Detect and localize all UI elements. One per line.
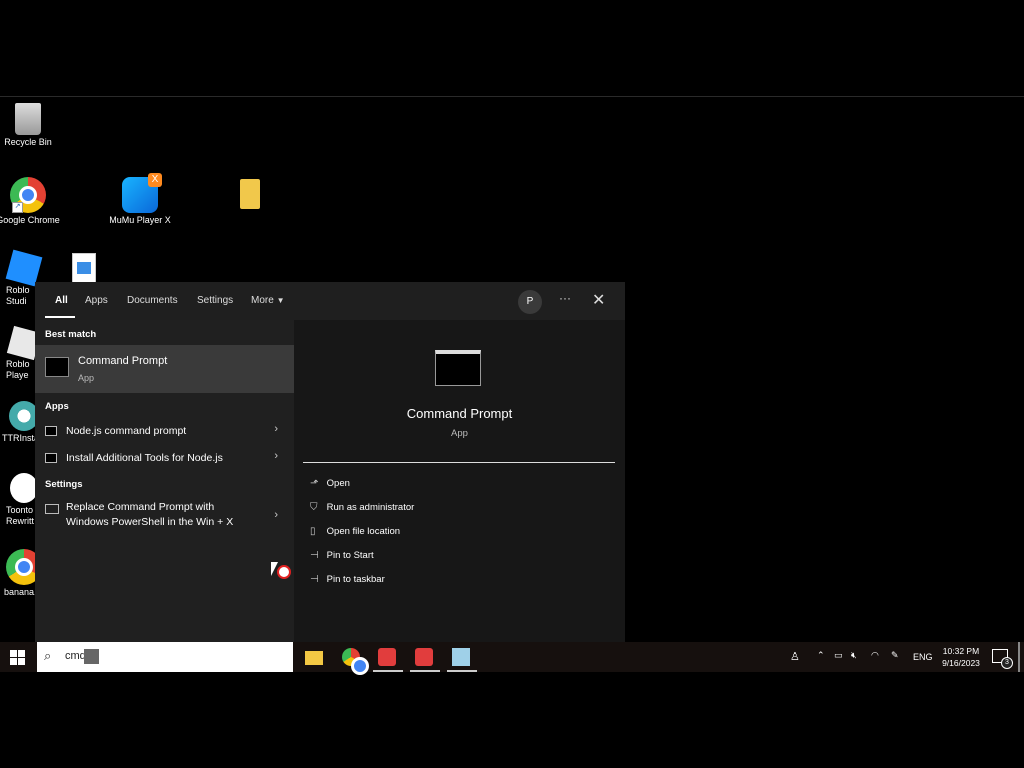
app-result-label: Install Additional Tools for Node.js bbox=[66, 452, 223, 464]
close-button[interactable]: ✕ bbox=[592, 290, 605, 310]
roblox-studio-icon bbox=[5, 249, 43, 287]
toontown-icon bbox=[10, 473, 38, 503]
action-label: Run as administrator bbox=[326, 502, 415, 513]
action-label: Pin to Start bbox=[326, 550, 374, 561]
command-prompt-large-icon bbox=[435, 350, 481, 386]
best-match-title: Command Prompt bbox=[78, 355, 168, 367]
active-app-indicator bbox=[373, 670, 403, 672]
pen-icon[interactable]: ✎ bbox=[891, 650, 899, 661]
tab-more-label: More bbox=[251, 295, 274, 306]
apps-heading: Apps bbox=[45, 401, 69, 412]
notification-count-badge: 3 bbox=[1001, 657, 1013, 669]
chevron-right-icon[interactable]: › bbox=[274, 509, 278, 521]
settings-result-line1: Replace Command Prompt with bbox=[66, 501, 215, 513]
tab-all[interactable]: All bbox=[55, 295, 68, 306]
settings-result-line2: Windows PowerShell in the Win + X bbox=[66, 516, 234, 528]
clock-time: 10:32 PM bbox=[942, 646, 980, 656]
text-caret bbox=[84, 649, 99, 664]
people-icon[interactable]: ♙ bbox=[790, 650, 800, 663]
action-label: Pin to taskbar bbox=[326, 574, 385, 585]
battery-icon[interactable]: ▭ bbox=[834, 650, 843, 661]
app-taskbar-icon[interactable] bbox=[378, 648, 396, 666]
more-options-button[interactable]: ··· bbox=[559, 291, 571, 305]
chrome-icon: ↗ bbox=[10, 177, 46, 213]
preview-pane: Command Prompt App ⬏ Open ⛉ Run as admin… bbox=[294, 320, 625, 642]
notification-center-button[interactable]: 3 bbox=[992, 649, 1013, 669]
app-result-item[interactable]: Install Additional Tools for Node.js › bbox=[35, 449, 294, 471]
shield-icon: ⛉ bbox=[310, 502, 318, 513]
tab-documents[interactable]: Documents bbox=[127, 295, 178, 306]
best-match-item[interactable]: Command Prompt App bbox=[35, 345, 294, 393]
action-pin-to-taskbar[interactable]: ⊣ Pin to taskbar bbox=[310, 574, 385, 585]
action-pin-to-start[interactable]: ⊣ Pin to Start bbox=[310, 550, 374, 561]
action-open-file-location[interactable]: ▯ Open file location bbox=[310, 526, 400, 537]
app-taskbar-icon[interactable] bbox=[452, 648, 470, 666]
image-file-icon bbox=[72, 253, 96, 283]
console-app-icon bbox=[45, 426, 57, 436]
desktop-icon-label: TTRInsta bbox=[2, 433, 40, 443]
action-open[interactable]: ⬏ Open bbox=[310, 478, 350, 489]
action-label: Open bbox=[326, 478, 350, 489]
results-pane: Best match Command Prompt App Apps Node.… bbox=[35, 320, 294, 642]
best-match-subtitle: App bbox=[78, 373, 95, 383]
folder-icon bbox=[240, 179, 260, 209]
tab-apps[interactable]: Apps bbox=[85, 295, 108, 306]
taskbar: ⌕ cmd ♙ ⌃ ▭ 🔇︎ ◠ ✎ ENG 10:32 PM 9/16/202… bbox=[0, 642, 1024, 675]
clock[interactable]: 10:32 PM 9/16/2023 bbox=[938, 645, 984, 669]
file-explorer-icon[interactable] bbox=[305, 651, 323, 665]
preview-title: Command Prompt bbox=[406, 406, 513, 421]
pin-icon: ⊣ bbox=[310, 550, 319, 561]
chevron-right-icon[interactable]: › bbox=[274, 450, 278, 462]
chevron-right-icon[interactable]: › bbox=[274, 423, 278, 435]
settings-result-item[interactable]: Replace Command Prompt with Windows Powe… bbox=[35, 501, 294, 537]
active-app-indicator bbox=[447, 670, 477, 672]
command-prompt-icon bbox=[45, 357, 69, 377]
app-result-label: Node.js command prompt bbox=[66, 425, 187, 437]
chrome-shortcut[interactable]: ↗ Google Chrome bbox=[0, 177, 60, 226]
console-app-icon bbox=[45, 453, 57, 463]
account-avatar[interactable]: P bbox=[518, 290, 542, 314]
folder-shortcut[interactable] bbox=[218, 179, 282, 211]
wifi-icon[interactable]: ◠ bbox=[871, 650, 879, 661]
desktop-icon-label: MuMu Player X bbox=[109, 215, 171, 225]
preview-subtitle: App bbox=[451, 428, 468, 439]
mumu-player-icon: X bbox=[122, 173, 162, 213]
active-app-indicator bbox=[410, 670, 440, 672]
search-menu: All Apps Documents Settings More ▼ P ···… bbox=[35, 282, 625, 642]
image-file-shortcut[interactable] bbox=[52, 253, 116, 285]
preview-divider bbox=[303, 462, 615, 463]
action-label: Open file location bbox=[326, 526, 401, 537]
avatar-initial: P bbox=[526, 296, 534, 307]
show-desktop-button[interactable] bbox=[1018, 642, 1020, 672]
desktop-icon-label: Google Chrome bbox=[0, 215, 60, 225]
clock-date: 9/16/2023 bbox=[942, 658, 980, 668]
mumu-player-shortcut[interactable]: X MuMu Player X bbox=[108, 173, 172, 226]
file-location-icon: ▯ bbox=[310, 526, 316, 537]
action-run-as-administrator[interactable]: ⛉ Run as administrator bbox=[310, 502, 414, 513]
chrome-taskbar-icon[interactable] bbox=[342, 648, 369, 675]
recycle-bin-icon bbox=[15, 103, 41, 135]
open-icon: ⬏ bbox=[310, 478, 319, 489]
recycle-bin-shortcut[interactable]: Recycle Bin bbox=[0, 103, 60, 148]
input-language[interactable]: ENG bbox=[913, 652, 933, 662]
search-icon: ⌕ bbox=[44, 648, 52, 663]
start-button[interactable] bbox=[10, 650, 25, 665]
mouse-cursor-unavailable-icon bbox=[271, 562, 291, 580]
desktop-icon-label: Recycle Bin bbox=[4, 137, 52, 147]
pin-icon: ⊣ bbox=[310, 574, 319, 585]
tab-settings[interactable]: Settings bbox=[197, 295, 233, 306]
best-match-heading: Best match bbox=[45, 329, 97, 340]
chevron-up-icon[interactable]: ⌃ bbox=[817, 650, 825, 661]
volume-muted-icon[interactable]: 🔇︎ bbox=[851, 650, 857, 661]
settings-heading: Settings bbox=[45, 479, 83, 490]
active-tab-indicator bbox=[45, 316, 75, 318]
tab-more[interactable]: More ▼ bbox=[251, 295, 285, 306]
app-result-item[interactable]: Node.js command prompt › bbox=[35, 422, 294, 444]
caret-down-icon: ▼ bbox=[276, 296, 285, 305]
app-taskbar-icon[interactable] bbox=[415, 648, 433, 666]
taskbar-search-box[interactable]: ⌕ cmd bbox=[37, 642, 293, 672]
windows-logo-icon bbox=[10, 650, 17, 657]
monitor-icon bbox=[45, 504, 59, 514]
search-input[interactable]: cmd bbox=[65, 650, 86, 662]
